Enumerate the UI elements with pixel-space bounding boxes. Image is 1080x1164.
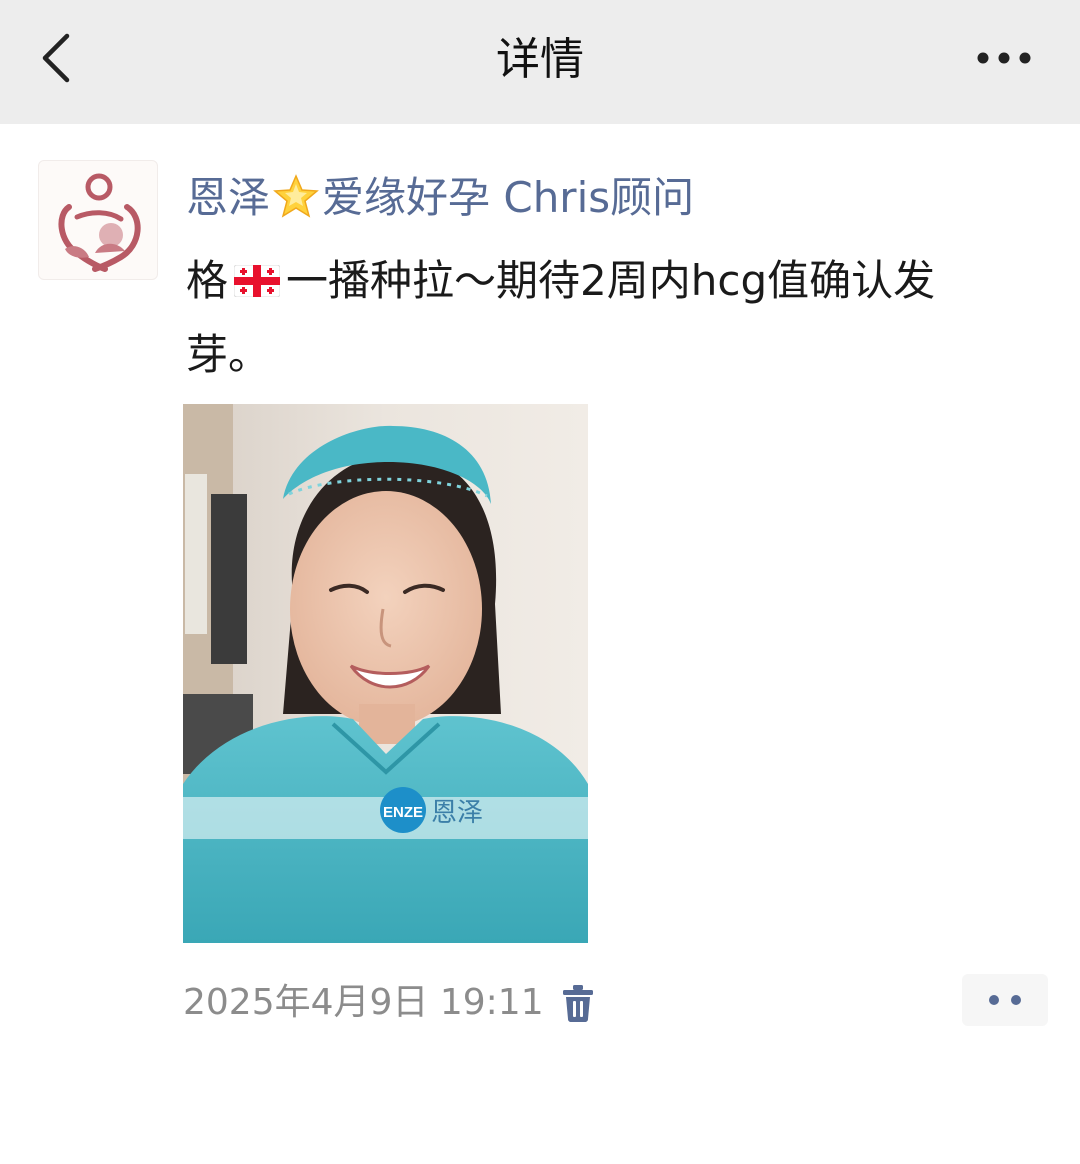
georgia-flag-icon [234,265,281,297]
photo-woman-in-scrubs: ENZE 恩泽 [183,404,588,943]
trash-icon [562,985,593,1022]
top-navigation-bar: 详情 [0,0,1080,124]
page-title: 详情 [496,34,584,85]
author-name-part1: 恩泽 [186,173,271,222]
logo-mother-child-icon [58,173,141,272]
comment-more-icon [989,995,1021,1005]
author-name-part2: 爱缘好孕 Chris顾问 [322,173,695,222]
back-button[interactable] [28,30,84,86]
post-photo[interactable]: ENZE 恩泽 [183,404,588,943]
chevron-left-icon [42,33,70,83]
post-timestamp: 2025年4月9日 19:11 [183,982,544,1023]
watermark-badge: ENZE [383,804,423,821]
author-avatar[interactable] [38,160,158,280]
author-name[interactable]: 恩泽 爱缘好孕 Chris顾问 [186,170,694,226]
delete-button[interactable] [562,980,602,1026]
watermark-text: 恩泽 [431,798,483,828]
post-text-part2: 一播种拉～期待2周内hcg值确认发芽。 [186,256,936,379]
star-emoji-icon [273,174,319,218]
post-text: 格 一播种拉～期待2周内hcg值确认发芽。 [186,244,986,392]
more-options-button[interactable] [968,36,1040,80]
more-horizontal-icon [977,52,1031,64]
comment-like-button[interactable] [962,974,1048,1026]
post-text-part1: 格 [186,256,229,305]
post-meta: 2025年4月9日 19:11 [183,978,602,1028]
